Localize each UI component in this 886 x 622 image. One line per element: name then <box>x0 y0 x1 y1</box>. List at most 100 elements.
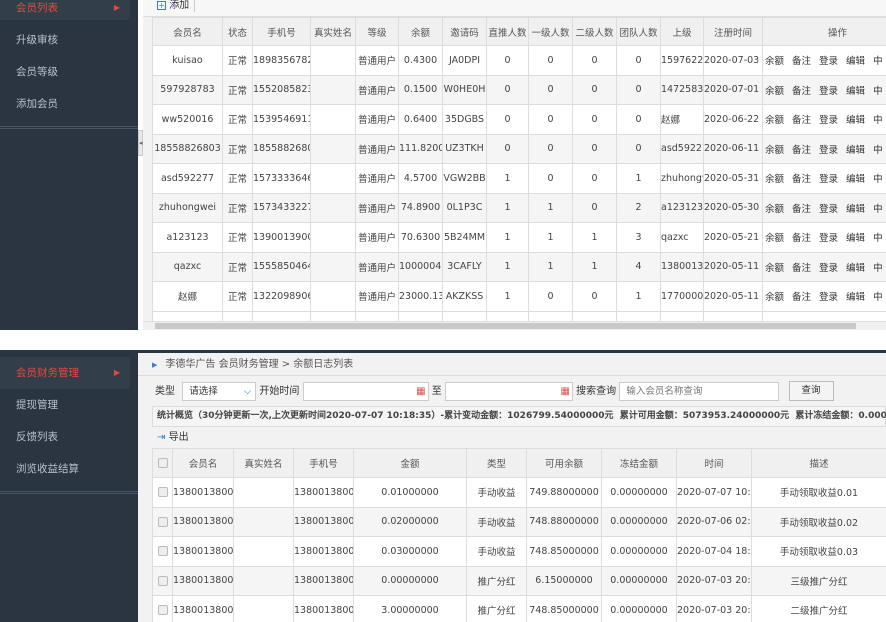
sidebar-item-finance[interactable]: 会员财务管理 ▶ <box>0 357 130 389</box>
action-link[interactable]: 登录 <box>819 292 838 303</box>
action-link[interactable]: 备注 <box>792 292 811 303</box>
action-link[interactable]: 备注 <box>792 174 811 185</box>
table-cell: 14725836 <box>660 74 704 105</box>
table-cell: W0HE0H <box>442 74 487 105</box>
action-link[interactable]: 余额 <box>765 204 784 215</box>
action-link[interactable]: 登录 <box>819 204 838 215</box>
table-cell: 正常 <box>222 192 253 223</box>
action-link[interactable]: 备注 <box>792 86 811 97</box>
row-checkbox[interactable] <box>152 595 173 622</box>
action-link[interactable]: 登录 <box>819 174 838 185</box>
column-header: 金额 <box>353 448 467 478</box>
table-cell <box>310 251 356 282</box>
horizontal-scrollbar[interactable] <box>143 321 886 330</box>
action-link[interactable]: 登录 <box>819 56 838 67</box>
action-link[interactable]: 备注 <box>792 204 811 215</box>
action-link[interactable]: 备注 <box>792 145 811 156</box>
table-cell: 0L1P3C <box>442 192 487 223</box>
table-cell: qazxc <box>152 251 223 282</box>
start-time-input[interactable]: ▦ <box>302 381 429 401</box>
table-row: a123123正常13900139000普通用户70.63005B24MM111… <box>152 222 886 253</box>
action-link[interactable]: 中 <box>873 174 883 185</box>
action-link[interactable]: 编辑 <box>846 115 865 126</box>
table-cell <box>310 45 356 76</box>
sidebar-item-member-level[interactable]: 会员等级 <box>0 56 138 88</box>
action-link[interactable]: 余额 <box>765 115 784 126</box>
action-link[interactable]: 备注 <box>792 56 811 67</box>
action-link[interactable]: 备注 <box>792 263 811 274</box>
table-cell: 13800138001 <box>172 565 234 596</box>
sidebar-item-withdraw[interactable]: 提现管理 <box>0 389 138 421</box>
sidebar-item-upgrade-review[interactable]: 升级审核 <box>0 24 138 56</box>
table-cell: 13800138000 <box>172 595 234 622</box>
action-link[interactable]: 编辑 <box>846 292 865 303</box>
sidebar-item-member-list[interactable]: 会员列表 ▶ <box>0 0 130 20</box>
table-cell <box>310 163 356 194</box>
action-link[interactable]: 余额 <box>765 145 784 156</box>
add-button[interactable]: + 添加 <box>157 0 196 12</box>
column-header: 冻结金额 <box>601 448 677 478</box>
search-input[interactable] <box>619 381 780 401</box>
row-checkbox[interactable] <box>152 506 173 537</box>
table-cell: 普通用户 <box>355 74 399 105</box>
action-link[interactable]: 备注 <box>792 115 811 126</box>
table-cell: 0 <box>616 45 661 76</box>
table-cell: 1 <box>528 192 573 223</box>
column-header: 手机号 <box>293 448 354 478</box>
end-time-input[interactable]: ▦ <box>444 381 573 401</box>
action-link[interactable]: 编辑 <box>846 86 865 97</box>
column-header: 一级人数 <box>528 17 573 46</box>
action-link[interactable]: 中 <box>873 86 883 97</box>
action-link[interactable]: 余额 <box>765 174 784 185</box>
action-link[interactable]: 登录 <box>819 115 838 126</box>
table-cell: 2020-07-06 02:3 <box>676 506 752 537</box>
query-button[interactable]: 查询 <box>788 381 834 401</box>
row-checkbox[interactable] <box>152 565 173 596</box>
action-link[interactable]: 中 <box>873 292 883 303</box>
action-link[interactable]: 余额 <box>765 233 784 244</box>
action-link[interactable]: 编辑 <box>846 145 865 156</box>
action-link[interactable]: 中 <box>873 233 883 244</box>
type-select[interactable]: 请选择 ⌵ <box>182 381 257 401</box>
action-link[interactable]: 中 <box>873 145 883 156</box>
row-checkbox[interactable] <box>152 536 173 567</box>
action-link[interactable]: 登录 <box>819 145 838 156</box>
table-cell: 赵娜 <box>152 281 223 312</box>
action-link[interactable]: 中 <box>873 204 883 215</box>
action-link[interactable]: 编辑 <box>846 204 865 215</box>
action-link[interactable]: 余额 <box>765 56 784 67</box>
sidebar-item-browse-settlement[interactable]: 浏览收益结算 <box>0 453 138 485</box>
export-button[interactable]: ⇥ 导出 <box>138 427 886 448</box>
action-link[interactable]: 编辑 <box>846 174 865 185</box>
action-link[interactable]: 余额 <box>765 86 784 97</box>
table-cell: 1 <box>528 222 573 253</box>
action-link[interactable]: 备注 <box>792 233 811 244</box>
action-link[interactable]: 余额 <box>765 292 784 303</box>
scrollbar-thumb[interactable] <box>155 323 856 329</box>
action-link[interactable]: 登录 <box>819 233 838 244</box>
column-header: 会员名 <box>152 17 223 46</box>
row-checkbox[interactable] <box>152 477 173 508</box>
column-header: 会员名 <box>172 448 234 478</box>
actions-cell: 余额 备注 登录 编辑中 <box>762 222 886 253</box>
action-link[interactable]: 编辑 <box>846 263 865 274</box>
action-link[interactable]: 中 <box>873 56 883 67</box>
table-cell: 赵娜 <box>660 104 704 135</box>
sidebar-item-feedback[interactable]: 反馈列表 <box>0 421 138 453</box>
table-cell: 0 <box>572 163 617 194</box>
action-link[interactable]: 中 <box>873 263 883 274</box>
action-link[interactable]: 编辑 <box>846 233 865 244</box>
action-link[interactable]: 编辑 <box>846 56 865 67</box>
action-link[interactable]: 登录 <box>819 86 838 97</box>
bottom-main: ▶ 李德华广告 会员财务管理 > 余额日志列表 类型 请选择 ⌵ 开始时间 ▦ 至 … <box>138 353 886 622</box>
action-link[interactable]: 余额 <box>765 263 784 274</box>
table-cell: 0.1500 <box>398 74 443 105</box>
sidebar-item-add-member[interactable]: 添加会员 <box>0 88 138 120</box>
table-cell: 普通用户 <box>355 45 399 76</box>
table-cell: 手动领取收益0.03 <box>751 536 886 567</box>
action-link[interactable]: 中 <box>873 115 883 126</box>
action-link[interactable]: 登录 <box>819 263 838 274</box>
table-cell: 正常 <box>222 222 253 253</box>
table-cell <box>310 104 356 135</box>
select-all-checkbox[interactable] <box>152 448 173 478</box>
